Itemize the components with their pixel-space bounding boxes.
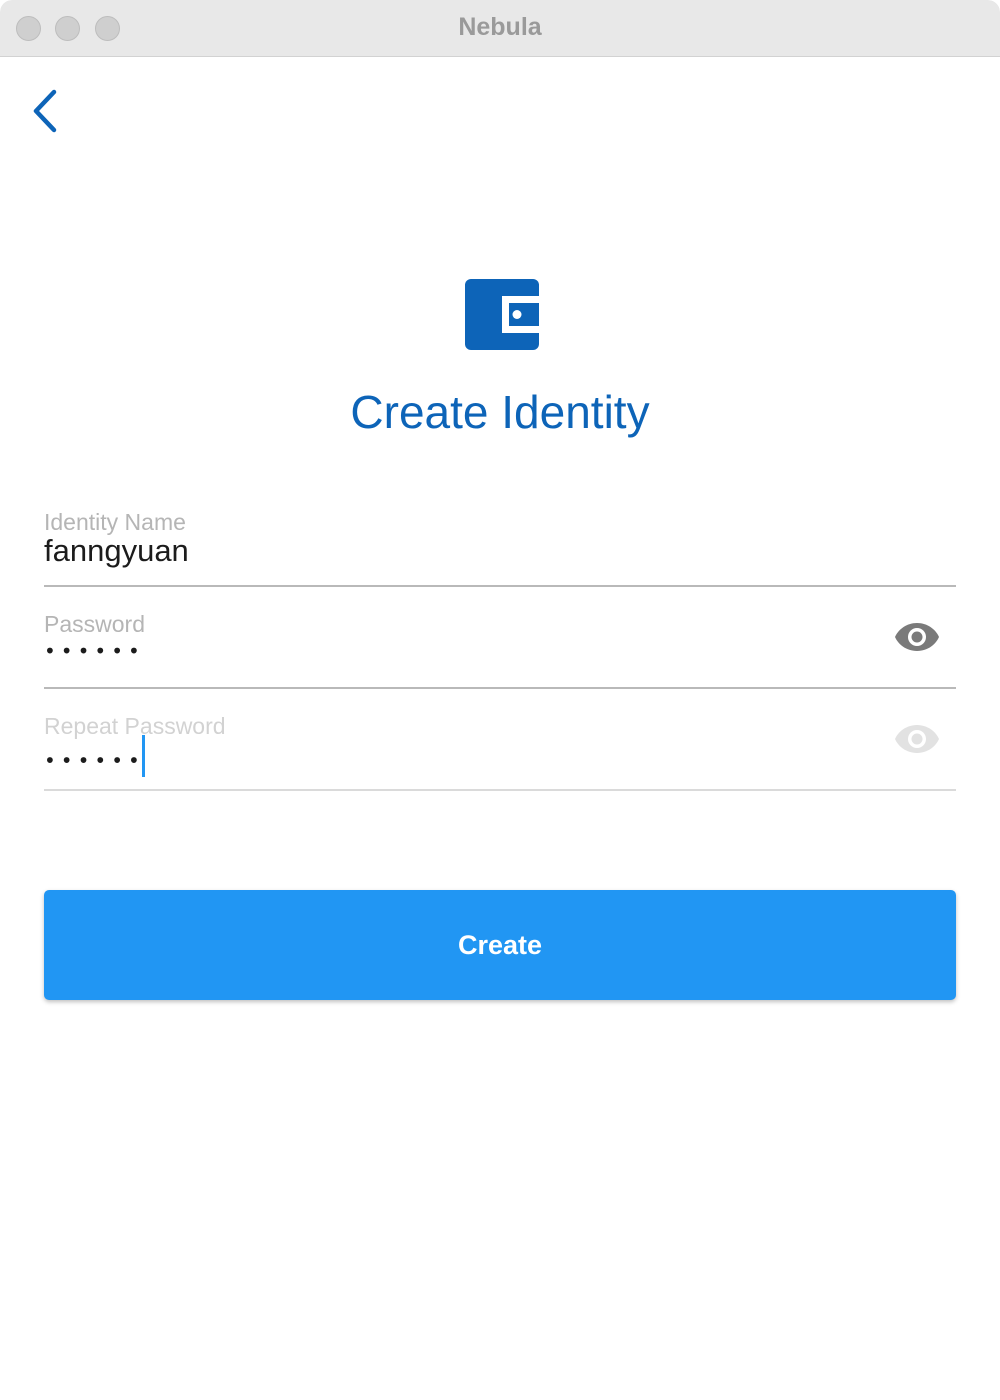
app-window: Nebula Create Identity Identity Name fan… — [0, 0, 1000, 1400]
wallet-icon — [465, 279, 539, 350]
window-title: Nebula — [458, 13, 542, 41]
repeat-password-field[interactable]: Repeat Password •••••• — [44, 689, 956, 791]
identity-name-value[interactable]: fanngyuan — [44, 533, 189, 569]
password-field[interactable]: Password •••••• — [44, 587, 956, 689]
repeat-password-value[interactable]: •••••• — [44, 735, 145, 783]
text-caret — [141, 735, 145, 777]
create-button[interactable]: Create — [44, 890, 956, 1000]
eye-icon[interactable] — [894, 620, 940, 654]
chevron-left-icon — [33, 89, 57, 133]
repeat-password-dots: •••••• — [44, 748, 145, 773]
password-label: Password — [44, 611, 145, 637]
eye-icon[interactable] — [894, 722, 940, 756]
title-bar: Nebula — [0, 0, 1000, 57]
identity-name-field[interactable]: Identity Name fanngyuan — [44, 485, 956, 587]
password-value[interactable]: •••••• — [44, 639, 145, 663]
repeat-password-label: Repeat Password — [44, 713, 226, 739]
back-button[interactable] — [22, 84, 68, 138]
identity-name-label: Identity Name — [44, 509, 186, 535]
page-title: Create Identity — [350, 386, 650, 438]
